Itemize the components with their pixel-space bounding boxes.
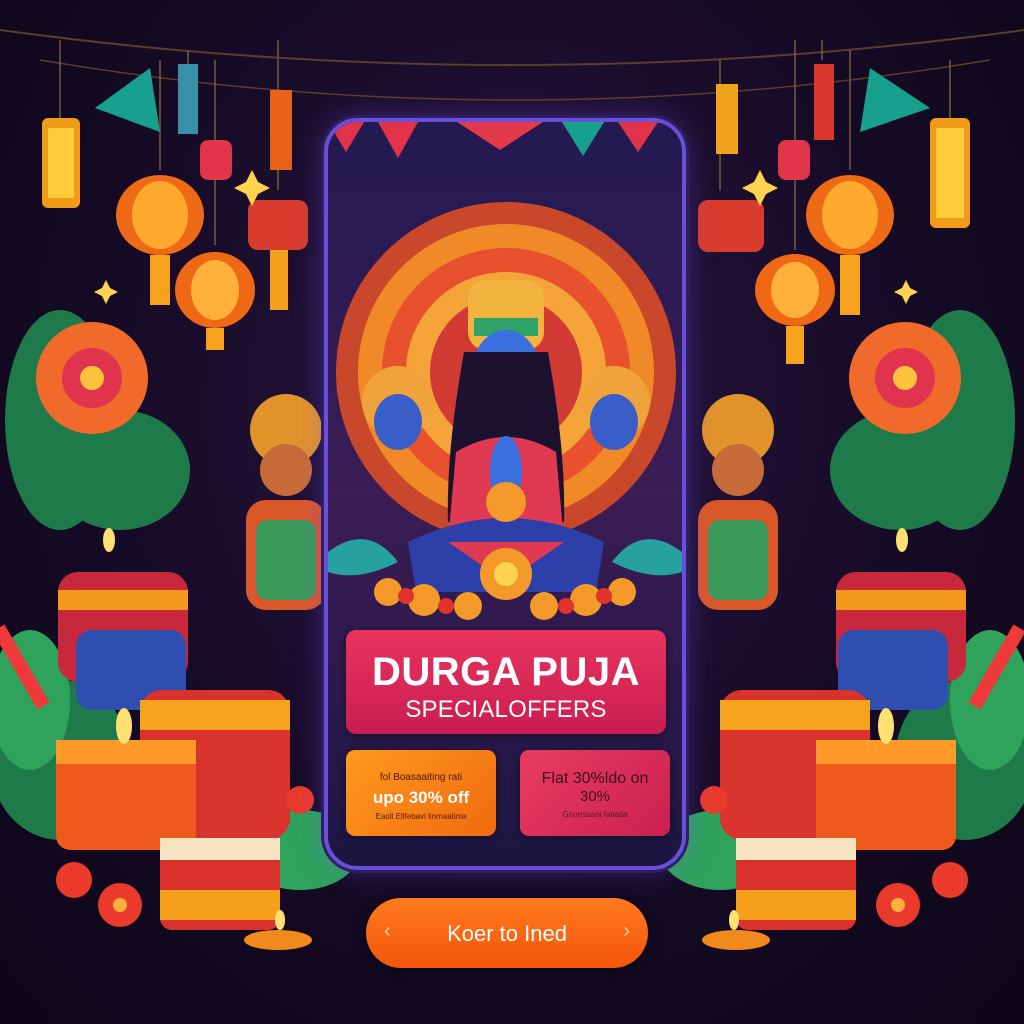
promo-banner: DURGA PUJA SPECIALOFFERS [346, 630, 666, 734]
promo-title: DURGA PUJA [372, 650, 640, 694]
promo-stage: DURGA PUJA SPECIALOFFERS fol Boasaaiting… [0, 0, 1024, 1024]
cta-button[interactable]: ‹ Koer to Ined › [366, 898, 648, 968]
offer-left-headline: upo 30% off [372, 788, 470, 807]
idol-left [246, 394, 326, 610]
offer-right-percent: 30% [579, 788, 611, 805]
offer-left-caption: fol Boasaaiting rati [379, 772, 463, 783]
promo-subtitle: SPECIALOFFERS [405, 696, 607, 723]
phone-screen: DURGA PUJA SPECIALOFFERS fol Boasaaiting… [328, 122, 682, 866]
offer-left-fineprint: Eaoll Ellfebavi linmaatinia [375, 812, 467, 821]
cta-label: Koer to Ined [447, 921, 567, 946]
lantern-icon [698, 64, 970, 364]
offer-card-left[interactable]: fol Boasaaiting rati upo 30% off Eaoll E… [346, 750, 496, 836]
chevron-right-icon: › [623, 920, 630, 942]
offer-right-fineprint: Gnorrssani fanatia [562, 810, 628, 819]
lantern-icon [42, 64, 308, 350]
offer-right-headline: Flat 30%ldo on [541, 770, 649, 787]
offer-card-right[interactable]: Flat 30%ldo on 30% Gnorrssani fanatia [520, 750, 670, 836]
idol-right [698, 394, 778, 610]
phone-frame: DURGA PUJA SPECIALOFFERS fol Boasaaiting… [324, 118, 686, 870]
